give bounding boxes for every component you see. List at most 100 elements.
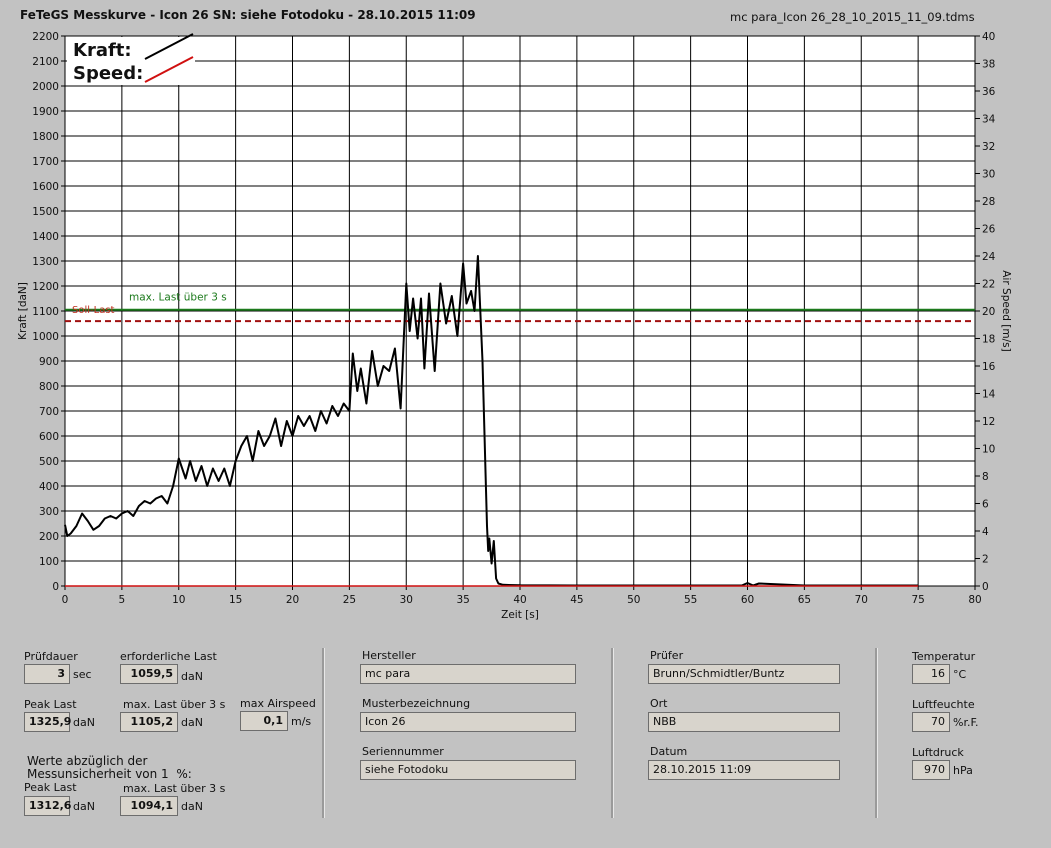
uncertainty-note: Werte abzüglich der Messunsicherheit von… — [27, 754, 192, 781]
hersteller-label: Hersteller — [362, 649, 416, 662]
peak-last-corr-unit: daN — [73, 800, 95, 813]
y-tick-label: 1100 — [32, 306, 59, 318]
luftdruck-label: Luftdruck — [912, 746, 964, 759]
max-airspeed-unit: m/s — [291, 715, 312, 728]
max-last-corr-unit: daN — [181, 800, 203, 813]
x-tick-label: 60 — [741, 594, 754, 606]
y-tick-label: 1900 — [32, 106, 59, 118]
y-tick-label: 1700 — [32, 156, 59, 168]
y-axis-label: Kraft [daN] — [17, 282, 29, 340]
peak-last-corr-label: Peak Last — [24, 781, 77, 794]
y-tick-label: 2000 — [32, 81, 59, 93]
soll-last-line-label: Soll-Last — [72, 305, 115, 316]
peak-last-label: Peak Last — [24, 698, 77, 711]
temperatur-unit: °C — [953, 668, 967, 681]
legend-label-speed: Speed: — [73, 63, 143, 84]
y-tick-label: 2100 — [32, 56, 59, 68]
x-tick-label: 0 — [62, 594, 69, 606]
y-tick-label: 900 — [39, 356, 59, 368]
x-tick-label: 40 — [513, 594, 526, 606]
y-tick-label: 0 — [52, 581, 59, 593]
y-tick-label: 1800 — [32, 131, 59, 143]
peak-last-unit: daN — [73, 716, 95, 729]
x-tick-label: 35 — [456, 594, 469, 606]
y2-tick-label: 6 — [982, 499, 989, 511]
datum-label: Datum — [650, 745, 688, 758]
y2-tick-label: 12 — [982, 416, 995, 428]
y2-tick-label: 34 — [982, 114, 996, 126]
separator-3 — [875, 648, 878, 818]
x-tick-label: 25 — [343, 594, 356, 606]
max-last-field: 1105,2 — [120, 712, 178, 732]
y-tick-label: 1300 — [32, 256, 59, 268]
datum-field: 28.10.2015 11:09 — [648, 760, 840, 780]
luftdruck-unit: hPa — [953, 764, 973, 777]
y2-tick-label: 28 — [982, 196, 995, 208]
temperatur-field: 16 — [912, 664, 950, 684]
musterbezeichnung-label: Musterbezeichnung — [362, 697, 471, 710]
y2-tick-label: 24 — [982, 251, 996, 263]
x-tick-label: 45 — [570, 594, 583, 606]
x-tick-label: 80 — [968, 594, 981, 606]
y2-tick-label: 36 — [982, 86, 996, 98]
y2-tick-label: 14 — [982, 389, 996, 401]
peak-last-field: 1325,9 — [24, 712, 71, 732]
y-tick-label: 1400 — [32, 231, 59, 243]
x-tick-label: 5 — [119, 594, 126, 606]
erforderliche-last-unit: daN — [181, 670, 203, 683]
erforderliche-last-label: erforderliche Last — [120, 650, 217, 663]
x-tick-label: 70 — [855, 594, 868, 606]
x-tick-label: 55 — [684, 594, 697, 606]
y-tick-label: 100 — [39, 556, 59, 568]
y2-tick-label: 10 — [982, 444, 995, 456]
seriennummer-label: Seriennummer — [362, 745, 444, 758]
y2-tick-label: 0 — [982, 581, 989, 593]
peak-last-corr-field: 1312,6 — [24, 796, 71, 816]
pruefer-field: Brunn/Schmidtler/Buntz — [648, 664, 840, 684]
ort-label: Ort — [650, 697, 668, 710]
erforderliche-last-field: 1059,5 — [120, 664, 178, 684]
seriennummer-field: siehe Fotodoku — [360, 760, 576, 780]
separator-1 — [322, 648, 325, 818]
x-tick-label: 15 — [229, 594, 242, 606]
y2-tick-label: 38 — [982, 59, 995, 71]
hersteller-field: mc para — [360, 664, 576, 684]
y-tick-label: 1000 — [32, 331, 59, 343]
luftdruck-field: 970 — [912, 760, 950, 780]
x-tick-label: 20 — [286, 594, 299, 606]
x-tick-label: 10 — [172, 594, 185, 606]
y-tick-label: 800 — [39, 381, 59, 393]
y2-tick-label: 8 — [982, 471, 989, 483]
x-tick-label: 75 — [911, 594, 924, 606]
y-tick-label: 500 — [39, 456, 59, 468]
y-tick-label: 1600 — [32, 181, 59, 193]
x-tick-label: 50 — [627, 594, 640, 606]
max-last-label: max. Last über 3 s — [123, 698, 226, 711]
x-tick-label: 30 — [400, 594, 413, 606]
y2-tick-label: 16 — [982, 361, 996, 373]
y-tick-label: 1200 — [32, 281, 59, 293]
y-tick-label: 400 — [39, 481, 59, 493]
y2-tick-label: 18 — [982, 334, 995, 346]
x-tick-label: 65 — [798, 594, 811, 606]
y-tick-label: 200 — [39, 531, 59, 543]
separator-2 — [611, 648, 614, 818]
y2-tick-label: 30 — [982, 169, 995, 181]
y2-axis-label: Air Speed [m/s] — [1000, 270, 1012, 351]
max-airspeed-field: 0,1 — [240, 711, 288, 731]
y2-tick-label: 22 — [982, 279, 995, 291]
y-tick-label: 2200 — [32, 31, 59, 43]
pruefdauer-unit: sec — [73, 668, 92, 681]
x-axis-label: Zeit [s] — [501, 609, 539, 621]
max-airspeed-label: max Airspeed — [240, 697, 316, 710]
max-last-corr-label: max. Last über 3 s — [123, 782, 226, 795]
pruefer-label: Prüfer — [650, 649, 684, 662]
ort-field: NBB — [648, 712, 840, 732]
y-tick-label: 300 — [39, 506, 59, 518]
luftfeuchte-label: Luftfeuchte — [912, 698, 975, 711]
max-last-unit: daN — [181, 716, 203, 729]
max-last-corr-field: 1094,1 — [120, 796, 178, 816]
max-last-line-label: max. Last über 3 s — [129, 292, 227, 304]
legend-label-kraft: Kraft: — [73, 40, 132, 61]
y2-tick-label: 20 — [982, 306, 995, 318]
